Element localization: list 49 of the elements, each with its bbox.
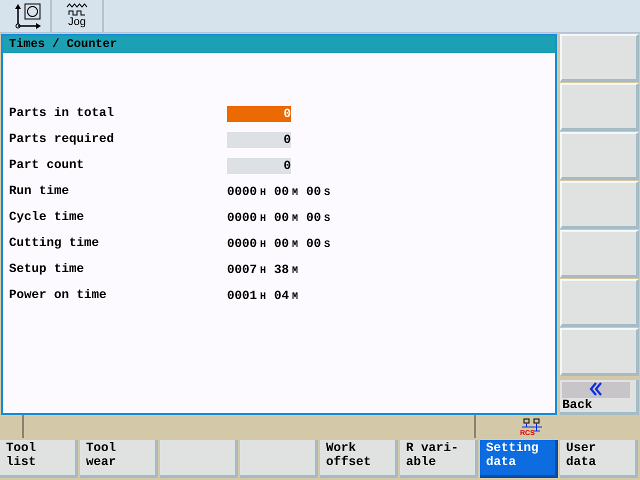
field-label: Parts in total	[9, 104, 116, 121]
time-unit: H	[260, 290, 266, 305]
window-title: Times / Counter	[3, 34, 556, 53]
time-value: 0001	[227, 288, 258, 304]
time-unit: H	[260, 186, 266, 201]
time-value: 00	[306, 210, 322, 226]
field-label: Cutting time	[9, 234, 100, 251]
softkey[interactable]: User data	[560, 440, 638, 478]
time-value: 00	[274, 210, 290, 226]
softkey[interactable]	[240, 440, 318, 478]
counter-field[interactable]: 0	[227, 158, 291, 174]
time-value: 00	[274, 184, 290, 200]
time-value: 04	[274, 288, 290, 304]
field-label: Setup time	[9, 260, 86, 277]
field-label: Cycle time	[9, 208, 86, 225]
time-value: 0000	[227, 236, 258, 252]
time-value: 0007	[227, 262, 258, 278]
softkey[interactable]: Tool wear	[80, 440, 158, 478]
time-value: 0000	[227, 210, 258, 226]
time-unit: H	[260, 212, 266, 227]
double-chevron-icon	[589, 382, 604, 396]
time-value: 00	[274, 236, 290, 252]
time-unit: H	[260, 264, 266, 279]
time-unit: M	[292, 238, 298, 253]
time-unit: H	[260, 238, 266, 253]
field-label: Run time	[9, 182, 70, 199]
time-unit: M	[292, 212, 298, 227]
softkey[interactable]: Tool list	[0, 440, 78, 478]
time-unit: S	[324, 212, 330, 227]
counter-field[interactable]: 0	[227, 132, 291, 148]
wave-icon	[66, 3, 88, 18]
time-value: 00	[306, 184, 322, 200]
softkey[interactable]	[160, 440, 238, 478]
time-value: 0000	[227, 184, 258, 200]
time-value: 38	[274, 262, 290, 278]
time-unit: S	[324, 238, 330, 253]
jog-tab[interactable]: Jog	[52, 0, 104, 32]
field-label: Part count	[9, 156, 86, 173]
field-label: Parts required	[9, 130, 116, 147]
time-unit: M	[292, 186, 298, 201]
softkey[interactable]: Setting data	[480, 440, 558, 478]
field-label: Power on time	[9, 286, 108, 303]
time-unit: S	[324, 186, 330, 201]
softkey[interactable]: R vari- able	[400, 440, 478, 478]
time-unit: M	[292, 290, 298, 305]
softkey[interactable]: Work offset	[320, 440, 398, 478]
back-button[interactable]: Back	[560, 380, 640, 415]
time-unit: M	[292, 264, 298, 279]
time-value: 00	[306, 236, 322, 252]
